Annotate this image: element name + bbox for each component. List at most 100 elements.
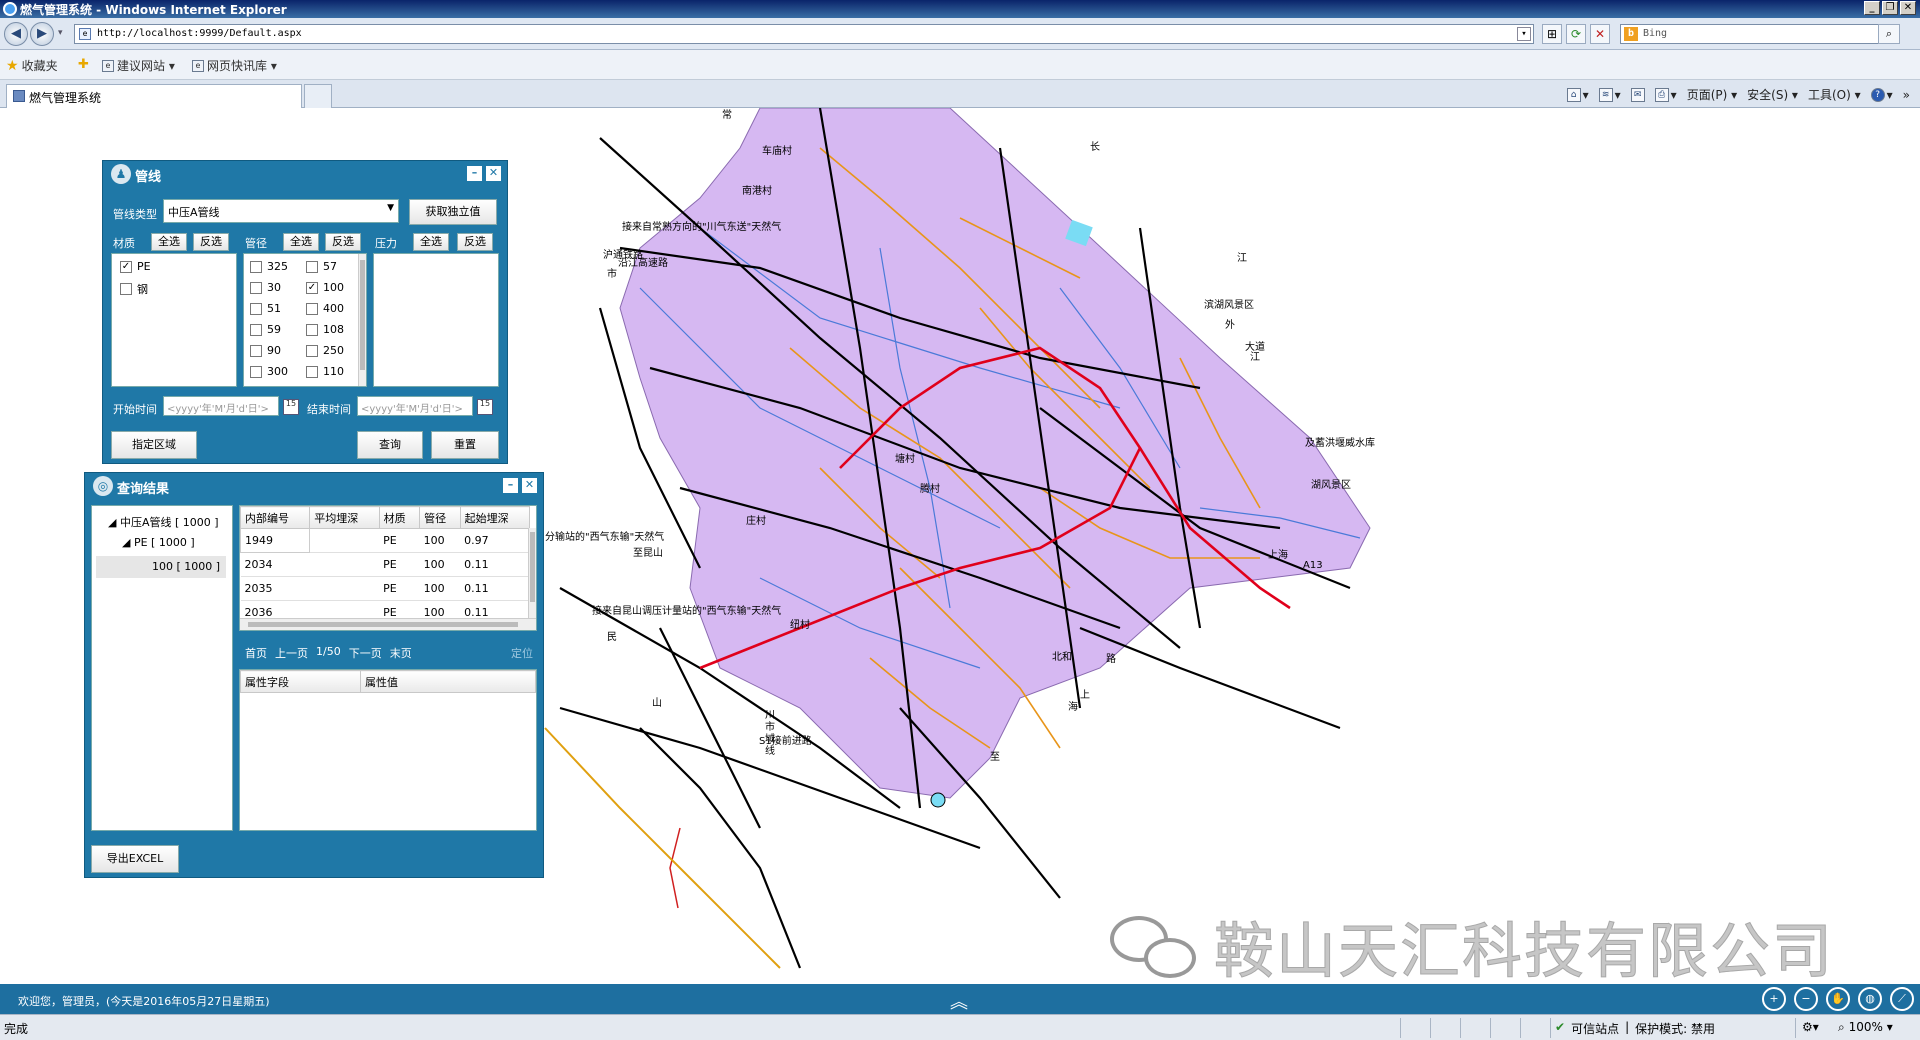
diameter-item[interactable]: 57 bbox=[306, 260, 337, 273]
table-row[interactable]: 1949 PE 100 0.97 bbox=[240, 528, 530, 553]
diameter-item[interactable]: 325 bbox=[250, 260, 288, 273]
diameter-item[interactable]: 300 bbox=[250, 365, 288, 378]
material-item-pe[interactable]: ✓ PE bbox=[120, 260, 151, 273]
tree-node[interactable]: ◢ 中压A管线 [ 1000 ] bbox=[108, 514, 219, 530]
column-header[interactable]: 属性字段 bbox=[240, 670, 361, 693]
url-dropdown-icon[interactable]: ▾ bbox=[1517, 27, 1531, 41]
home-button[interactable]: ⌂ ▾ bbox=[1566, 87, 1589, 102]
zoom-control[interactable]: ⌕ 100% ▾ bbox=[1838, 1020, 1893, 1035]
column-header[interactable]: 属性值 bbox=[360, 670, 536, 693]
diameter-item[interactable]: 108 bbox=[306, 323, 344, 336]
material-select-all-button[interactable]: 全选 bbox=[151, 233, 187, 251]
page-menu[interactable]: 页面(P) ▾ bbox=[1687, 86, 1737, 103]
pipe-type-select[interactable]: 中压A管线 ▼ bbox=[163, 199, 399, 223]
checkbox-icon[interactable] bbox=[250, 302, 262, 315]
table-hscrollbar[interactable] bbox=[240, 618, 536, 630]
pager-first[interactable]: 首页 bbox=[245, 645, 267, 661]
table-row[interactable]: 2035 PE 100 0.11 bbox=[240, 576, 530, 601]
calendar-icon[interactable]: 15 bbox=[283, 399, 299, 415]
search-input[interactable]: b Bing bbox=[1620, 24, 1890, 44]
safety-menu[interactable]: 安全(S) ▾ bbox=[1747, 86, 1798, 103]
feeds-button[interactable]: ≋ ▾ bbox=[1598, 87, 1621, 102]
checkbox-checked-icon[interactable]: ✓ bbox=[120, 260, 132, 273]
compatibility-icon[interactable]: ⊞ bbox=[1542, 24, 1562, 44]
measure-icon[interactable]: ⟋ bbox=[1890, 987, 1914, 1011]
minimize-icon[interactable]: – bbox=[467, 166, 482, 181]
diameter-item[interactable]: 51 bbox=[250, 302, 281, 315]
material-invert-button[interactable]: 反选 bbox=[193, 233, 229, 251]
checkbox-checked-icon[interactable]: ✓ bbox=[306, 281, 318, 294]
diameter-invert-button[interactable]: 反选 bbox=[325, 233, 361, 251]
mail-button[interactable]: ✉ bbox=[1630, 87, 1645, 102]
tools-menu[interactable]: 工具(O) ▾ bbox=[1808, 86, 1861, 103]
more-commands-icon[interactable]: » bbox=[1903, 88, 1910, 102]
table-row[interactable]: 2034 PE 100 0.11 bbox=[240, 552, 530, 577]
add-favorite-icon[interactable]: ✚ bbox=[78, 57, 89, 72]
favorites-button[interactable]: ★ 收藏夹 bbox=[6, 57, 58, 74]
column-header[interactable]: 平均埋深 bbox=[309, 506, 380, 529]
start-date-input[interactable]: <yyyy'年'M'月'd'日'> bbox=[163, 396, 279, 416]
diameter-item[interactable]: 110 bbox=[306, 365, 344, 378]
checkbox-icon[interactable] bbox=[250, 344, 262, 357]
close-icon[interactable]: ✕ bbox=[486, 166, 501, 181]
url-input[interactable]: e http://localhost:9999/Default.aspx ▾ bbox=[74, 24, 1534, 44]
search-icon[interactable]: ⌕ bbox=[1878, 24, 1900, 44]
checkbox-icon[interactable] bbox=[250, 281, 262, 294]
specify-region-button[interactable]: 指定区域 bbox=[111, 431, 197, 459]
end-date-input[interactable]: <yyyy'年'M'月'd'日'> bbox=[357, 396, 473, 416]
pan-hand-icon[interactable]: ✋ bbox=[1826, 987, 1850, 1011]
full-extent-globe-icon[interactable]: ◍ bbox=[1858, 987, 1882, 1011]
checkbox-icon[interactable] bbox=[250, 260, 262, 273]
column-header[interactable]: 材质 bbox=[378, 506, 421, 529]
privacy-icon[interactable]: ⚙▾ bbox=[1802, 1020, 1819, 1034]
minimize-icon[interactable]: – bbox=[503, 478, 518, 493]
forward-icon[interactable]: ▶ bbox=[30, 22, 54, 46]
new-tab-button[interactable] bbox=[304, 84, 332, 108]
checkbox-icon[interactable] bbox=[306, 302, 318, 315]
checkbox-icon[interactable] bbox=[306, 260, 318, 273]
zoom-in-icon[interactable]: + bbox=[1762, 987, 1786, 1011]
checkbox-icon[interactable] bbox=[250, 365, 262, 378]
close-icon[interactable]: ✕ bbox=[522, 478, 537, 493]
pressure-invert-button[interactable]: 反选 bbox=[457, 233, 493, 251]
pager-prev[interactable]: 上一页 bbox=[275, 645, 308, 661]
diameter-item[interactable]: 90 bbox=[250, 344, 281, 357]
history-dropdown-icon[interactable]: ▾ bbox=[58, 28, 63, 38]
checkbox-icon[interactable] bbox=[306, 323, 318, 336]
query-button[interactable]: 查询 bbox=[357, 431, 423, 459]
checkbox-icon[interactable] bbox=[306, 344, 318, 357]
material-item-steel[interactable]: 钢 bbox=[120, 281, 148, 297]
pager-last[interactable]: 末页 bbox=[390, 645, 412, 661]
diameter-item[interactable]: 30 bbox=[250, 281, 281, 294]
pager-next[interactable]: 下一页 bbox=[349, 645, 382, 661]
collapse-up-icon[interactable]: ︽ bbox=[950, 988, 968, 1014]
fav-suggested-sites[interactable]: e 建议网站 ▾ bbox=[102, 57, 175, 74]
checkbox-icon[interactable] bbox=[306, 365, 318, 378]
help-button[interactable]: ? ▾ bbox=[1870, 87, 1893, 102]
calendar-icon[interactable]: 15 bbox=[477, 399, 493, 415]
diameter-item[interactable]: ✓ 100 bbox=[306, 281, 344, 294]
fav-web-slices[interactable]: e 网页快讯库 ▾ bbox=[192, 57, 277, 74]
print-button[interactable]: ⎙ ▾ bbox=[1654, 87, 1677, 102]
restore-icon[interactable]: ❐ bbox=[1882, 1, 1898, 15]
minimize-icon[interactable]: _ bbox=[1864, 1, 1880, 15]
tab-active[interactable]: 燃气管理系统 bbox=[6, 84, 302, 108]
pressure-select-all-button[interactable]: 全选 bbox=[413, 233, 449, 251]
security-zone[interactable]: ✔ 可信站点 | 保护模式: 禁用 bbox=[1555, 1020, 1715, 1037]
tree-node[interactable]: ◢ PE [ 1000 ] bbox=[122, 536, 195, 549]
column-header[interactable]: 内部编号 bbox=[240, 506, 311, 529]
diameter-item[interactable]: 400 bbox=[306, 302, 344, 315]
column-header[interactable]: 起始埋深 bbox=[459, 506, 531, 529]
diameter-item[interactable]: 250 bbox=[306, 344, 344, 357]
close-icon[interactable]: ✕ bbox=[1900, 1, 1916, 15]
back-icon[interactable]: ◀ bbox=[4, 22, 28, 46]
diameter-list-scrollbar[interactable] bbox=[358, 254, 366, 386]
locate-link[interactable]: 定位 bbox=[511, 645, 533, 661]
export-excel-button[interactable]: 导出EXCEL bbox=[91, 845, 179, 873]
refresh-icon[interactable]: ⟳ bbox=[1566, 24, 1586, 44]
checkbox-icon[interactable] bbox=[120, 283, 132, 295]
reset-button[interactable]: 重置 bbox=[431, 431, 499, 459]
tree-node-selected[interactable]: 100 [ 1000 ] bbox=[96, 556, 226, 578]
checkbox-icon[interactable] bbox=[250, 323, 262, 336]
table-vscrollbar[interactable] bbox=[528, 528, 536, 618]
